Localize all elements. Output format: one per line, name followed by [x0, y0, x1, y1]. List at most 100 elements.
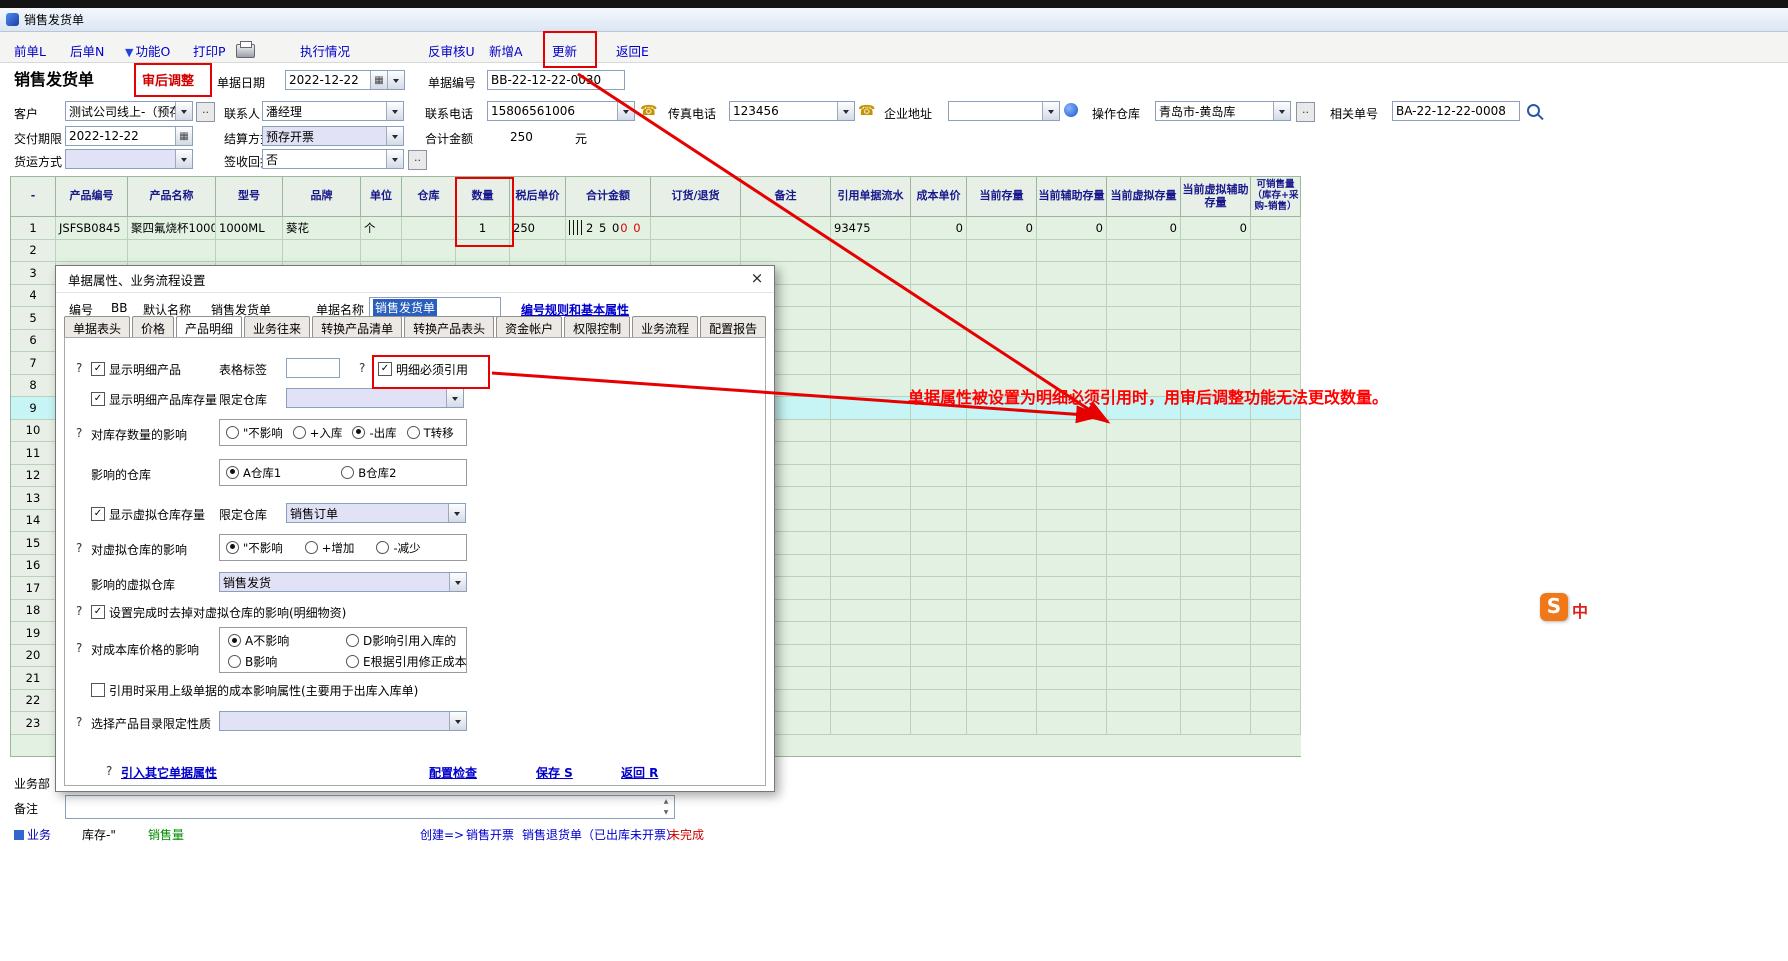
calendar-icon[interactable]: ▦ — [370, 71, 387, 89]
help-icon[interactable]: ? — [76, 426, 82, 440]
column-header[interactable]: 合计金额 — [566, 177, 651, 217]
footer-return-doc-link[interactable]: 销售退货单（已出库未开票） — [522, 826, 678, 843]
grid-cell[interactable] — [1251, 622, 1301, 645]
dropdown-icon[interactable] — [449, 712, 466, 730]
grid-cell[interactable] — [967, 262, 1037, 285]
printer-icon[interactable] — [236, 44, 255, 58]
grid-cell[interactable] — [911, 487, 967, 510]
globe-icon[interactable] — [1064, 103, 1078, 117]
radio-cost-a[interactable]: A不影响 — [228, 632, 289, 649]
grid-cell[interactable] — [1037, 420, 1107, 443]
grid-cell[interactable] — [1107, 622, 1181, 645]
grid-cell[interactable] — [1037, 600, 1107, 623]
grid-cell[interactable] — [967, 577, 1037, 600]
grid-cell[interactable] — [831, 510, 911, 533]
grid-cell[interactable] — [128, 240, 216, 263]
column-header[interactable]: 产品名称 — [128, 177, 216, 217]
grid-cell[interactable] — [1037, 645, 1107, 668]
grid-cell[interactable] — [566, 240, 651, 263]
help-icon[interactable]: ? — [76, 361, 82, 375]
limit-warehouse-combobox[interactable] — [286, 388, 464, 408]
grid-cell[interactable] — [1181, 330, 1251, 353]
receipt-combobox[interactable]: 否 — [262, 149, 404, 169]
grid-cell[interactable]: 1 — [456, 217, 510, 240]
grid-cell[interactable] — [1037, 330, 1107, 353]
grid-cell[interactable]: JSFSB0845 — [56, 217, 128, 240]
radio-warehouse-a[interactable]: A仓库1 — [226, 465, 281, 481]
grid-cell[interactable] — [831, 622, 911, 645]
remove-virtual-checkbox[interactable]: ✓设置完成时去掉对虚拟仓库的影响(明细物资) — [91, 604, 346, 621]
function-menu-button[interactable]: ▼功能O — [125, 41, 170, 60]
dropdown-icon[interactable] — [448, 504, 465, 522]
grid-cell[interactable] — [967, 667, 1037, 690]
grid-cell[interactable] — [1251, 667, 1301, 690]
dropdown-icon[interactable] — [1042, 102, 1059, 120]
doc-number-input[interactable]: BB-22-12-22-0030 — [487, 70, 625, 90]
grid-cell[interactable]: 个 — [361, 217, 402, 240]
warehouse-browse-button[interactable]: .. — [1296, 102, 1315, 122]
grid-cell[interactable] — [741, 217, 831, 240]
grid-cell[interactable] — [1181, 622, 1251, 645]
radio-in-stock[interactable]: +入库 — [293, 425, 343, 441]
grid-cell[interactable] — [1037, 712, 1107, 735]
grid-cell[interactable] — [1251, 330, 1301, 353]
dropdown-icon[interactable] — [386, 102, 403, 120]
grid-cell[interactable] — [967, 712, 1037, 735]
grid-cell[interactable] — [831, 330, 911, 353]
grid-cell[interactable] — [1181, 510, 1251, 533]
column-header[interactable]: 产品编号 — [56, 177, 128, 217]
grid-cell[interactable] — [1107, 712, 1181, 735]
grid-cell[interactable] — [911, 285, 967, 308]
dropdown-icon[interactable] — [1273, 102, 1290, 120]
show-stock-checkbox[interactable]: ✓显示明细产品库存量 — [91, 391, 217, 408]
grid-cell[interactable] — [1107, 465, 1181, 488]
grid-cell[interactable] — [1107, 487, 1181, 510]
grid-cell[interactable] — [911, 352, 967, 375]
grid-cell[interactable] — [1251, 690, 1301, 713]
grid-cell[interactable] — [1181, 307, 1251, 330]
search-icon[interactable] — [1527, 104, 1540, 117]
related-doc-input[interactable]: BA-22-12-22-0008 — [1392, 101, 1520, 121]
radio-warehouse-b[interactable]: B仓库2 — [341, 465, 396, 481]
help-icon[interactable]: ? — [106, 764, 112, 778]
radio-virtual-none[interactable]: "不影响 — [226, 540, 283, 556]
grid-cell[interactable] — [831, 690, 911, 713]
grid-cell[interactable] — [967, 622, 1037, 645]
grid-cell[interactable] — [1251, 712, 1301, 735]
table-row[interactable]: 1JSFSB0845聚四氟烧杯1000ML|葵花1000ML葵花个12502 5… — [11, 217, 1301, 240]
doc-date-picker[interactable]: 2022-12-22 ▦ — [285, 70, 405, 90]
grid-cell[interactable] — [831, 487, 911, 510]
column-header[interactable]: 税后单价 — [510, 177, 566, 217]
grid-cell[interactable] — [831, 420, 911, 443]
radio-cost-e[interactable]: E根据引用修正成本 — [346, 653, 467, 670]
grid-cell[interactable] — [1181, 600, 1251, 623]
grid-cell[interactable] — [831, 555, 911, 578]
fax-combobox[interactable]: 123456 — [729, 101, 855, 121]
grid-cell[interactable] — [1251, 217, 1301, 240]
column-header[interactable]: 仓库 — [402, 177, 456, 217]
grid-cell[interactable] — [967, 510, 1037, 533]
grid-cell[interactable]: 0 — [1037, 217, 1107, 240]
radio-virtual-sub[interactable]: -减少 — [376, 540, 420, 556]
address-combobox[interactable] — [948, 101, 1060, 121]
grid-cell[interactable]: 1000ML — [216, 217, 283, 240]
dropdown-icon[interactable] — [175, 102, 192, 120]
footer-tab-sales[interactable]: 销售量 — [148, 826, 184, 843]
grid-cell[interactable] — [1251, 240, 1301, 263]
grid-cell[interactable] — [1251, 465, 1301, 488]
grid-cell[interactable] — [1037, 555, 1107, 578]
show-virtual-checkbox[interactable]: ✓显示虚拟仓库存量 — [91, 506, 205, 523]
footer-create-link[interactable]: 创建=> — [420, 826, 464, 843]
grid-cell[interactable] — [831, 645, 911, 668]
grid-cell[interactable] — [967, 420, 1037, 443]
customer-browse-button[interactable]: .. — [196, 102, 215, 122]
grid-cell[interactable] — [911, 307, 967, 330]
phone-icon[interactable]: ☎ — [858, 103, 875, 119]
column-header[interactable]: 订货/退货 — [651, 177, 741, 217]
remark-input[interactable]: ▲▼ — [65, 795, 675, 819]
grid-cell[interactable] — [1181, 465, 1251, 488]
grid-cell[interactable] — [967, 555, 1037, 578]
grid-cell[interactable]: 0 — [1181, 217, 1251, 240]
grid-cell[interactable] — [911, 667, 967, 690]
grid-cell[interactable]: 0 — [967, 217, 1037, 240]
